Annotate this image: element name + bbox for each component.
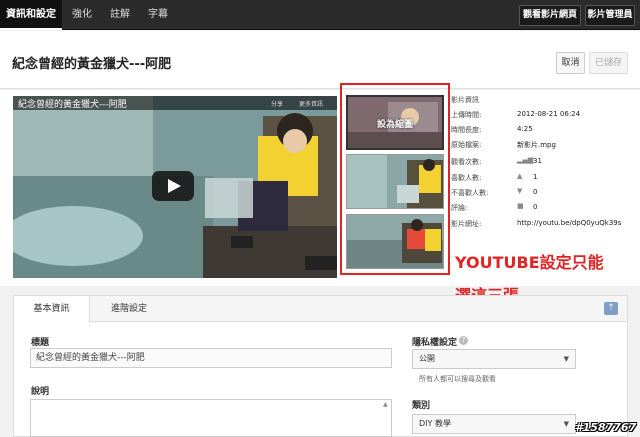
upload-icon[interactable]: ⇡ <box>604 302 618 315</box>
form-tabs: 基本資訊 進階設定 <box>13 295 628 323</box>
thumbnail-image <box>347 215 443 268</box>
player-title: 紀念曾經的黃金獵犬---阿肥 <box>18 100 127 110</box>
views-value: 31 <box>533 157 542 165</box>
original-file-value: 新影片.mpg <box>517 141 556 149</box>
video-manager-button[interactable]: 影片管理員 <box>585 5 635 26</box>
video-player[interactable]: 紀念曾經的黃金獵犬---阿肥 分享 更多資訊 <box>13 96 337 278</box>
thumbnail-option-2[interactable] <box>346 154 444 209</box>
view-video-page-button[interactable]: 觀看影片網頁 <box>519 5 581 26</box>
upload-time-label: 上傳時間: <box>451 111 482 119</box>
thumbs-down-icon: ▼ <box>517 187 523 195</box>
watermark: #1587767 <box>575 421 637 434</box>
privacy-hint: 所有人都可以搜尋及觀看 <box>419 375 496 383</box>
upload-time-value: 2012-08-21 06:24 <box>517 110 581 118</box>
page-title: 紀念曾經的黃金獵犬---阿肥 <box>12 57 172 72</box>
tab-annotations[interactable]: 註解 <box>102 0 138 30</box>
original-file-label: 原始檔案: <box>451 141 482 149</box>
cancel-button[interactable]: 取消 <box>556 52 585 74</box>
description-field-label: 說明 <box>31 387 50 397</box>
likes-value: 1 <box>533 173 538 181</box>
scroll-up-icon[interactable]: ▲ <box>383 401 388 408</box>
annotation-line-1: YOUTUBE設定只能 <box>455 253 604 272</box>
privacy-field-label: 隱私權設定 <box>412 338 458 348</box>
comments-value: 0 <box>533 203 538 211</box>
title-field-label: 標題 <box>31 338 50 348</box>
likes-label: 喜歡人數: <box>451 174 482 182</box>
category-select[interactable]: DIY 教學 ▼ <box>412 414 576 434</box>
category-field-label: 類別 <box>412 401 431 411</box>
help-icon[interactable]: ? <box>459 336 468 345</box>
tab-captions[interactable]: 字幕 <box>138 0 178 30</box>
title-input[interactable]: 紀念曾經的黃金獵犬---阿肥 <box>30 348 392 368</box>
tab-enhancements[interactable]: 強化 <box>62 0 102 30</box>
set-as-thumbnail-label: 設為縮圖 <box>376 120 413 130</box>
chevron-down-icon: ▼ <box>563 355 569 363</box>
thumbnail-option-3[interactable] <box>346 214 444 269</box>
comments-label: 評論: <box>451 204 468 212</box>
description-textarea[interactable] <box>30 399 392 437</box>
tab-advanced-settings[interactable]: 進階設定 <box>90 296 168 322</box>
player-share-button[interactable]: 分享 <box>271 99 283 108</box>
thumbs-up-icon: ▲ <box>517 172 523 180</box>
play-icon[interactable] <box>152 171 194 201</box>
saved-button[interactable]: 已儲存 <box>589 52 628 74</box>
player-more-info-button[interactable]: 更多資訊 <box>299 99 323 108</box>
thumbnail-image <box>347 155 443 208</box>
views-label: 觀看次數: <box>451 158 482 166</box>
tab-basic-info[interactable]: 基本資訊 <box>14 296 90 323</box>
thumbnail-option-1[interactable]: 設為縮圖 <box>346 95 444 150</box>
views-chart-icon: ▂▄▆ <box>517 156 534 164</box>
privacy-select[interactable]: 公開 ▼ <box>412 349 576 369</box>
privacy-select-value: 公開 <box>419 354 435 363</box>
video-url-value[interactable]: http://youtu.be/dpQ0yuQk39s <box>517 219 621 227</box>
comment-icon: ■ <box>517 202 524 210</box>
category-select-value: DIY 教學 <box>419 419 451 428</box>
video-url-label: 影片網址: <box>451 220 482 228</box>
info-heading: 影片資訊 <box>451 96 479 104</box>
chevron-down-icon: ▼ <box>563 420 569 428</box>
duration-value: 4:25 <box>517 125 533 133</box>
top-nav: 資訊和設定 強化 註解 字幕 觀看影片網頁 影片管理員 <box>0 0 640 30</box>
dislikes-value: 0 <box>533 188 538 196</box>
duration-label: 時間長度: <box>451 126 482 134</box>
tab-info-settings[interactable]: 資訊和設定 <box>0 0 62 30</box>
dislikes-label: 不喜歡人數: <box>451 189 489 197</box>
